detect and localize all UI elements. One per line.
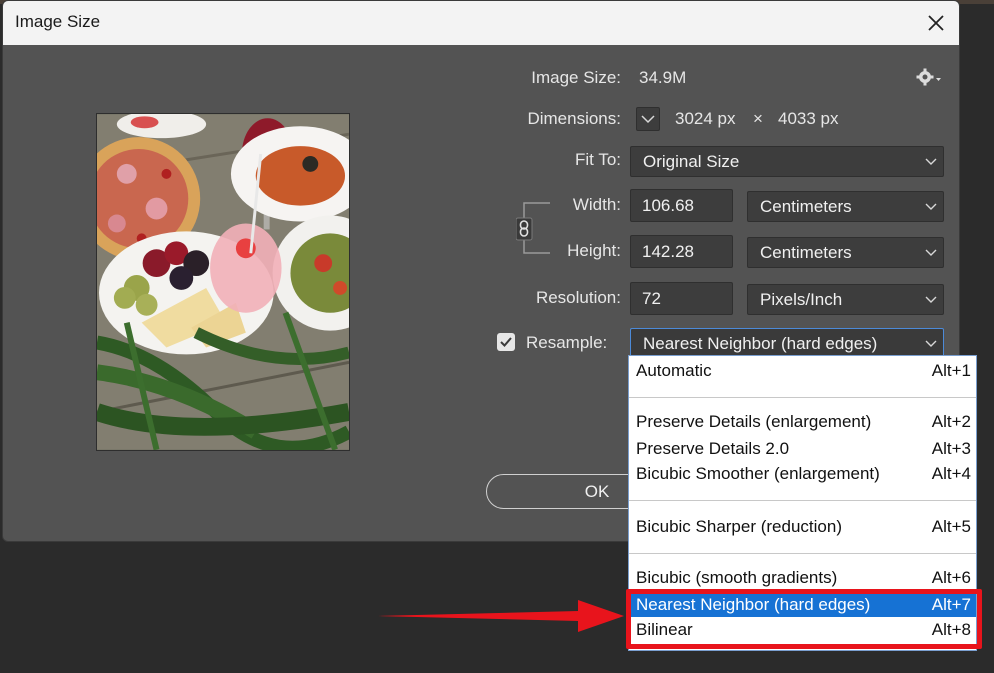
menu-separator bbox=[629, 397, 976, 398]
dimensions-label: Dimensions: bbox=[527, 109, 621, 128]
width-input[interactable]: 106.68 bbox=[630, 189, 733, 222]
dimensions-dropdown[interactable] bbox=[636, 107, 660, 131]
width-label: Width: bbox=[572, 195, 621, 214]
checkmark-icon bbox=[500, 337, 512, 347]
chevron-down-icon bbox=[925, 158, 937, 165]
menu-item-preserve-details-2[interactable]: Preserve Details 2.0 Alt+3 bbox=[629, 437, 976, 461]
fit-to-label: Fit To: bbox=[575, 150, 621, 169]
fit-to-value: Original Size bbox=[643, 152, 740, 171]
resample-checkbox[interactable] bbox=[497, 333, 515, 351]
image-size-label: Image Size: bbox=[531, 68, 621, 87]
chevron-down-icon bbox=[925, 296, 937, 303]
resolution-label: Resolution: bbox=[535, 288, 621, 307]
image-size-value: 34.9M bbox=[639, 68, 687, 87]
resolution-unit-value: Pixels/Inch bbox=[760, 290, 843, 309]
gear-icon[interactable] bbox=[916, 68, 942, 86]
menu-item-bicubic-sharper[interactable]: Bicubic Sharper (reduction) Alt+5 bbox=[629, 515, 976, 539]
height-label: Height: bbox=[567, 241, 621, 260]
chevron-down-icon bbox=[925, 340, 937, 347]
resample-label: Resample: bbox=[526, 333, 608, 352]
chevron-down-icon bbox=[925, 249, 937, 256]
menu-separator bbox=[629, 500, 976, 501]
height-unit-select[interactable]: Centimeters bbox=[747, 237, 944, 268]
resolution-input[interactable]: 72 bbox=[630, 282, 733, 315]
dimension-height: 4033 px bbox=[778, 109, 839, 128]
close-icon[interactable] bbox=[921, 8, 951, 38]
height-input[interactable]: 142.28 bbox=[630, 235, 733, 268]
menu-item-automatic[interactable]: Automatic Alt+1 bbox=[629, 359, 976, 383]
red-arrow-icon bbox=[378, 600, 624, 632]
menu-item-bicubic[interactable]: Bicubic (smooth gradients) Alt+6 bbox=[629, 566, 976, 590]
dialog-title: Image Size bbox=[15, 12, 101, 31]
dimension-width: 3024 px bbox=[675, 109, 736, 128]
resample-value: Nearest Neighbor (hard edges) bbox=[643, 334, 878, 353]
title-bar: Image Size bbox=[3, 1, 959, 45]
resolution-unit-select[interactable]: Pixels/Inch bbox=[747, 284, 944, 315]
annotation-highlight-box bbox=[626, 589, 982, 649]
height-unit-value: Centimeters bbox=[760, 243, 852, 262]
width-unit-value: Centimeters bbox=[760, 197, 852, 216]
menu-separator bbox=[629, 553, 976, 554]
dimension-times: × bbox=[753, 109, 763, 128]
width-unit-select[interactable]: Centimeters bbox=[747, 191, 944, 222]
fit-to-select[interactable]: Original Size bbox=[630, 146, 944, 177]
menu-item-preserve-details[interactable]: Preserve Details (enlargement) Alt+2 bbox=[629, 410, 976, 434]
menu-item-bicubic-smoother[interactable]: Bicubic Smoother (enlargement) Alt+4 bbox=[629, 462, 976, 486]
chevron-down-icon bbox=[641, 115, 655, 124]
chevron-down-icon bbox=[925, 203, 937, 210]
image-preview bbox=[96, 113, 350, 451]
